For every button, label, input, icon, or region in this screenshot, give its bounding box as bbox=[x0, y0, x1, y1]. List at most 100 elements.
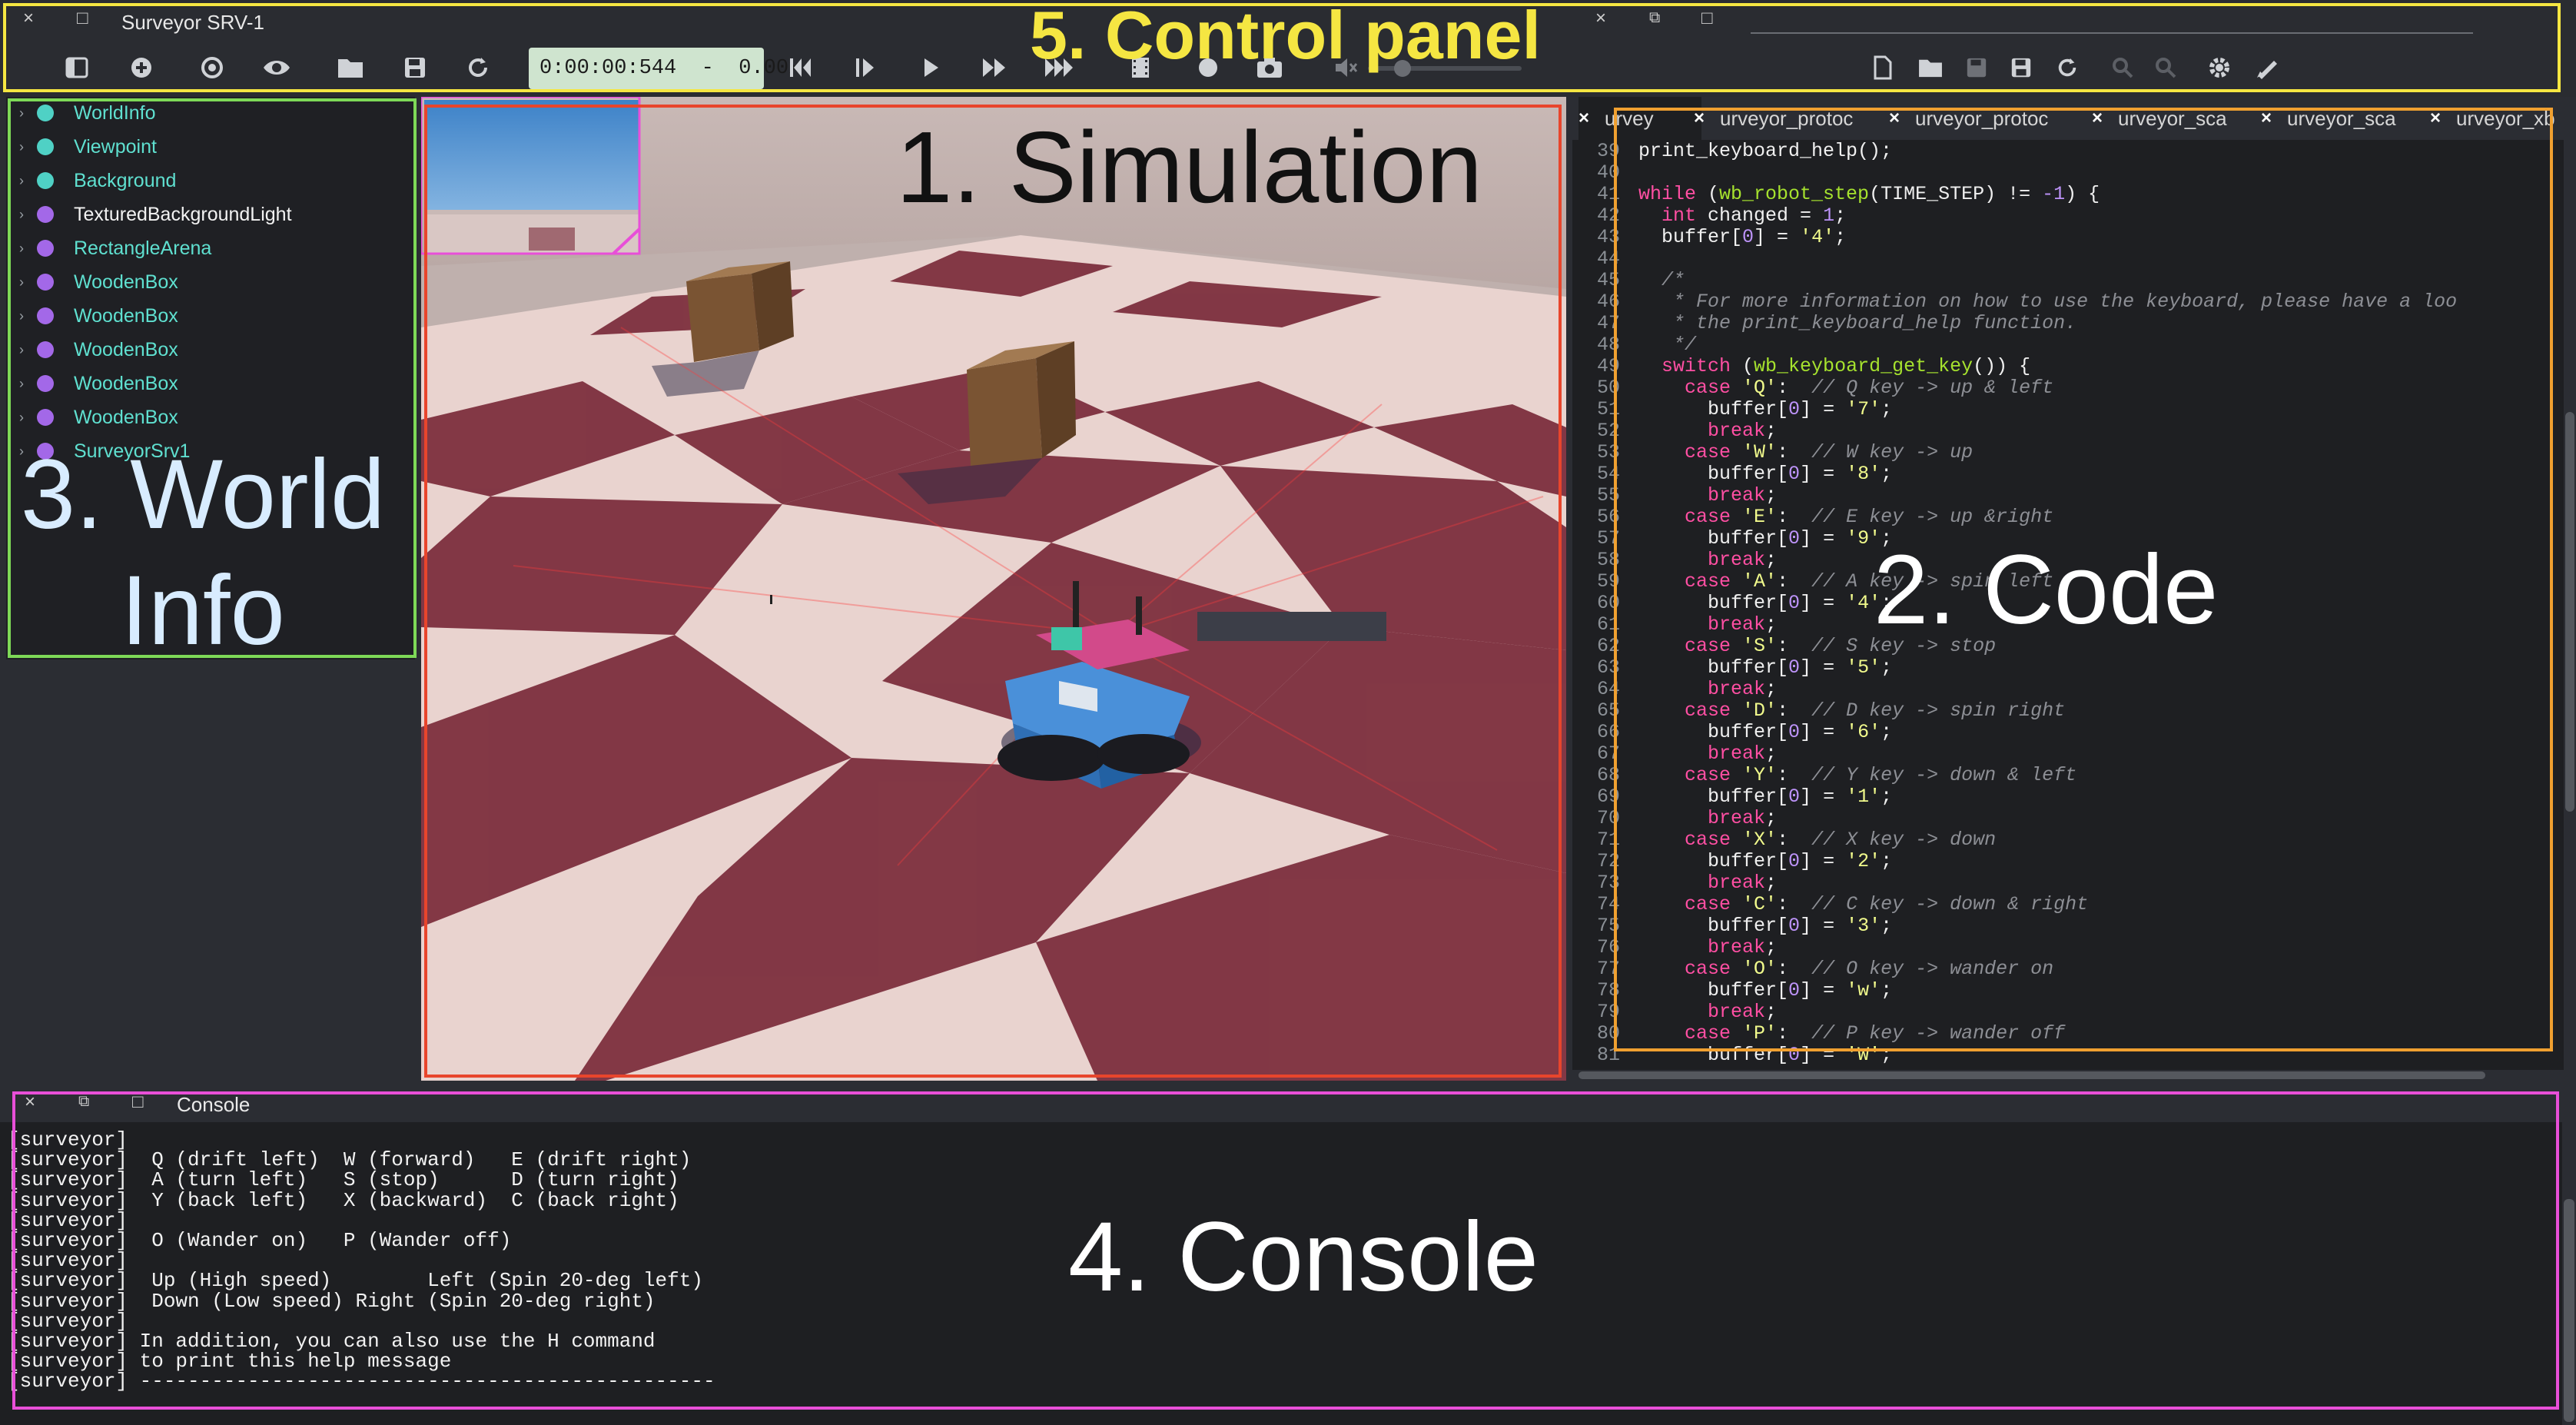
chevron-right-icon[interactable]: › bbox=[6, 342, 37, 358]
console-line: [surveyor] bbox=[8, 1128, 128, 1151]
find-icon[interactable] bbox=[2103, 48, 2143, 88]
code-line: 69 buffer[0] = '1'; bbox=[1572, 786, 1892, 808]
line-number: 56 bbox=[1596, 506, 1620, 528]
horizontal-scrollbar-thumb[interactable] bbox=[1578, 1071, 2485, 1079]
toggle-scene-tree-icon[interactable] bbox=[57, 48, 97, 88]
tab-label: urveyor_protoc bbox=[1720, 106, 1854, 130]
code-line: 40 bbox=[1572, 161, 1638, 184]
code-line: 42 int changed = 1; bbox=[1572, 204, 1846, 227]
close-tab-icon[interactable]: × bbox=[2261, 108, 2272, 129]
simulation-view[interactable] bbox=[421, 97, 1566, 1081]
editor-close-icon[interactable]: × bbox=[1595, 8, 1606, 29]
clean-icon[interactable] bbox=[2247, 48, 2287, 88]
tree-item-worldinfo[interactable]: › WorldInfo bbox=[6, 97, 156, 129]
code-line: 48 */ bbox=[1572, 334, 1697, 356]
save-file-icon[interactable] bbox=[1957, 48, 1997, 88]
divider bbox=[1751, 32, 2473, 34]
fast-forward-icon[interactable] bbox=[974, 48, 1014, 88]
new-file-icon[interactable] bbox=[1863, 48, 1903, 88]
console-maximize-icon[interactable]: □ bbox=[132, 1091, 144, 1113]
chevron-right-icon[interactable]: › bbox=[6, 207, 37, 223]
code-line: 63 buffer[0] = '5'; bbox=[1572, 656, 1892, 679]
step-icon[interactable] bbox=[845, 48, 885, 88]
tab-file[interactable]: × urveyor_sca bbox=[2261, 97, 2430, 140]
tree-item-woodenbox[interactable]: › WoodenBox bbox=[6, 266, 178, 298]
code-text: case 'Q': // Q key -> up & left bbox=[1685, 377, 2054, 399]
close-tab-icon[interactable]: × bbox=[2430, 108, 2441, 129]
close-tab-icon[interactable]: × bbox=[2092, 108, 2103, 129]
vertical-scrollbar-thumb[interactable] bbox=[2565, 412, 2574, 812]
chevron-right-icon[interactable]: › bbox=[6, 105, 37, 121]
code-line: 65 case 'D': // D key -> spin right bbox=[1572, 699, 2065, 722]
eye-icon[interactable] bbox=[257, 48, 297, 88]
code-line: 53 case 'W': // W key -> up bbox=[1572, 441, 1973, 463]
code-text: */ bbox=[1638, 334, 1697, 356]
close-tab-icon[interactable]: × bbox=[1694, 108, 1705, 129]
window-title: Surveyor SRV-1 bbox=[121, 11, 264, 34]
tab-file[interactable]: × urveyor_protoc bbox=[1694, 97, 1886, 140]
close-icon[interactable]: × bbox=[23, 8, 34, 29]
code-text: print_keyboard_help(); bbox=[1638, 140, 1893, 162]
tree-item-label: Viewpoint bbox=[74, 135, 157, 158]
chevron-right-icon[interactable]: › bbox=[6, 241, 37, 257]
maximize-icon[interactable]: □ bbox=[77, 8, 88, 29]
console-scrollbar-thumb[interactable] bbox=[2564, 1199, 2574, 1422]
editor-float-icon[interactable]: ⧉ bbox=[1649, 9, 1660, 27]
console-close-icon[interactable]: × bbox=[25, 1091, 35, 1113]
play-icon[interactable] bbox=[911, 48, 951, 88]
save-as-icon[interactable] bbox=[2001, 48, 2041, 88]
revert-icon[interactable] bbox=[2047, 48, 2087, 88]
line-number: 68 bbox=[1596, 764, 1620, 786]
console-line: [surveyor] Up (High speed) Left (Spin 20… bbox=[8, 1269, 703, 1293]
tree-item-woodenbox[interactable]: › WoodenBox bbox=[6, 334, 178, 366]
code-text: break; bbox=[1708, 807, 1778, 829]
add-node-icon[interactable] bbox=[121, 48, 161, 88]
line-number: 46 bbox=[1596, 291, 1620, 313]
code-text: break; bbox=[1708, 936, 1778, 958]
open-folder-icon[interactable] bbox=[330, 48, 370, 88]
tab-file[interactable]: × urvey bbox=[1578, 97, 1701, 140]
tree-item-rectanglearena[interactable]: › RectangleArena bbox=[6, 232, 211, 264]
line-number: 77 bbox=[1596, 958, 1620, 980]
code-text: switch (wb_keyboard_get_key()) { bbox=[1661, 355, 2031, 377]
chevron-right-icon[interactable]: › bbox=[6, 410, 37, 426]
proto-node-icon bbox=[37, 307, 54, 324]
tree-item-texturedbackgroundlight[interactable]: › TexturedBackgroundLight bbox=[6, 198, 292, 231]
line-number: 47 bbox=[1596, 312, 1620, 334]
line-number: 81 bbox=[1596, 1044, 1620, 1066]
tab-file[interactable]: × urveyor_xb bbox=[2430, 97, 2576, 140]
code-text: case 'P': // P key -> wander off bbox=[1685, 1022, 2066, 1045]
replace-icon[interactable] bbox=[2146, 48, 2186, 88]
chevron-right-icon[interactable]: › bbox=[6, 139, 37, 155]
tree-item-viewpoint[interactable]: › Viewpoint bbox=[6, 131, 157, 163]
code-text: case 'W': // W key -> up bbox=[1685, 441, 1973, 463]
build-settings-icon[interactable] bbox=[2199, 48, 2239, 88]
code-text: case 'X': // X key -> down bbox=[1685, 829, 1997, 851]
line-number: 72 bbox=[1596, 850, 1620, 872]
close-tab-icon[interactable]: × bbox=[1889, 108, 1900, 129]
save-icon[interactable] bbox=[395, 48, 435, 88]
tree-item-woodenbox[interactable]: › WoodenBox bbox=[6, 401, 178, 433]
tree-item-woodenbox[interactable]: › WoodenBox bbox=[6, 300, 178, 332]
tab-file[interactable]: × urveyor_protoc bbox=[1889, 97, 2081, 140]
close-tab-icon[interactable]: × bbox=[1578, 108, 1589, 129]
chevron-right-icon[interactable]: › bbox=[6, 376, 37, 392]
console-line: [surveyor] Q (drift left) W (forward) E … bbox=[8, 1148, 692, 1172]
reset-view-icon[interactable] bbox=[192, 48, 232, 88]
tree-item-background[interactable]: › Background bbox=[6, 164, 176, 197]
chevron-right-icon[interactable]: › bbox=[6, 173, 37, 189]
tab-file[interactable]: × urveyor_sca bbox=[2092, 97, 2261, 140]
tree-item-label: RectangleArena bbox=[74, 237, 212, 259]
tree-item-woodenbox[interactable]: › WoodenBox bbox=[6, 367, 178, 400]
tab-label: urveyor_sca bbox=[2118, 106, 2227, 130]
code-line: 39 print_keyboard_help(); bbox=[1572, 140, 1893, 162]
console-float-icon[interactable]: ⧉ bbox=[78, 1093, 89, 1111]
reset-simulation-icon[interactable] bbox=[781, 48, 821, 88]
tab-label: urveyor_xb bbox=[2456, 106, 2555, 130]
code-line: 73 break; bbox=[1572, 872, 1777, 894]
open-file-icon[interactable] bbox=[1910, 48, 1950, 88]
chevron-right-icon[interactable]: › bbox=[6, 274, 37, 291]
reload-icon[interactable] bbox=[458, 48, 498, 88]
editor-maximize-icon[interactable]: □ bbox=[1701, 8, 1713, 29]
chevron-right-icon[interactable]: › bbox=[6, 308, 37, 324]
